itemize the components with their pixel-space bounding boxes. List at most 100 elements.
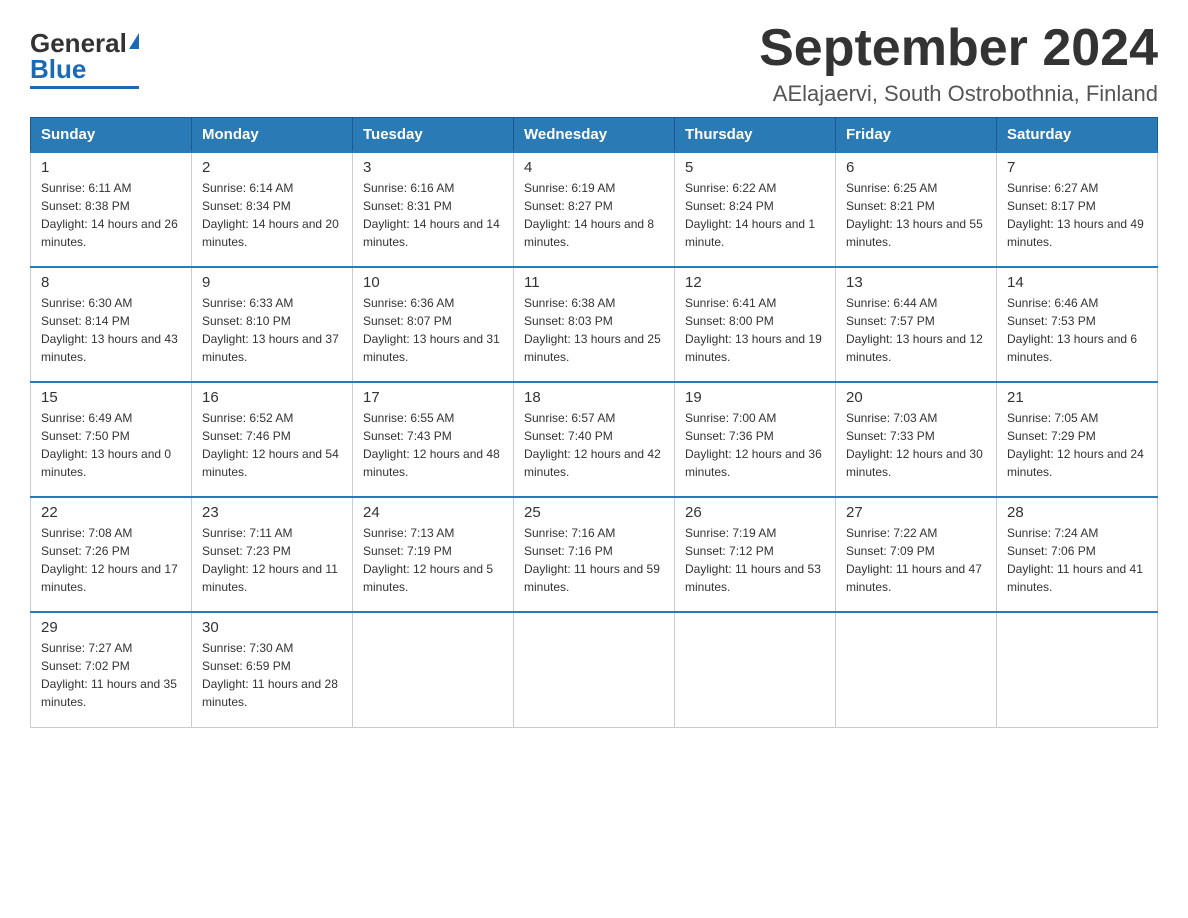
day-info: Sunrise: 6:46 AMSunset: 7:53 PMDaylight:… bbox=[1007, 294, 1147, 366]
calendar-cell: 2 Sunrise: 6:14 AMSunset: 8:34 PMDayligh… bbox=[192, 152, 353, 267]
calendar-cell bbox=[353, 612, 514, 727]
calendar-cell: 18 Sunrise: 6:57 AMSunset: 7:40 PMDaylig… bbox=[514, 382, 675, 497]
day-info: Sunrise: 6:57 AMSunset: 7:40 PMDaylight:… bbox=[524, 409, 664, 481]
calendar-cell: 20 Sunrise: 7:03 AMSunset: 7:33 PMDaylig… bbox=[836, 382, 997, 497]
day-number: 10 bbox=[363, 274, 503, 291]
day-number: 24 bbox=[363, 504, 503, 521]
day-info: Sunrise: 7:03 AMSunset: 7:33 PMDaylight:… bbox=[846, 409, 986, 481]
calendar-cell: 3 Sunrise: 6:16 AMSunset: 8:31 PMDayligh… bbox=[353, 152, 514, 267]
day-number: 12 bbox=[685, 274, 825, 291]
day-number: 28 bbox=[1007, 504, 1147, 521]
day-info: Sunrise: 7:22 AMSunset: 7:09 PMDaylight:… bbox=[846, 524, 986, 596]
calendar-cell: 5 Sunrise: 6:22 AMSunset: 8:24 PMDayligh… bbox=[675, 152, 836, 267]
calendar-cell: 14 Sunrise: 6:46 AMSunset: 7:53 PMDaylig… bbox=[997, 267, 1158, 382]
day-info: Sunrise: 6:38 AMSunset: 8:03 PMDaylight:… bbox=[524, 294, 664, 366]
day-info: Sunrise: 6:36 AMSunset: 8:07 PMDaylight:… bbox=[363, 294, 503, 366]
day-number: 8 bbox=[41, 274, 181, 291]
day-number: 30 bbox=[202, 619, 342, 636]
day-number: 3 bbox=[363, 159, 503, 176]
day-info: Sunrise: 7:16 AMSunset: 7:16 PMDaylight:… bbox=[524, 524, 664, 596]
day-info: Sunrise: 7:19 AMSunset: 7:12 PMDaylight:… bbox=[685, 524, 825, 596]
logo-underline bbox=[30, 86, 139, 89]
day-info: Sunrise: 6:41 AMSunset: 8:00 PMDaylight:… bbox=[685, 294, 825, 366]
day-info: Sunrise: 7:24 AMSunset: 7:06 PMDaylight:… bbox=[1007, 524, 1147, 596]
week-row-5: 29 Sunrise: 7:27 AMSunset: 7:02 PMDaylig… bbox=[31, 612, 1158, 727]
day-number: 14 bbox=[1007, 274, 1147, 291]
calendar-cell bbox=[675, 612, 836, 727]
day-info: Sunrise: 7:30 AMSunset: 6:59 PMDaylight:… bbox=[202, 639, 342, 711]
calendar-cell bbox=[997, 612, 1158, 727]
weekday-header-sunday: Sunday bbox=[31, 118, 192, 153]
day-info: Sunrise: 6:27 AMSunset: 8:17 PMDaylight:… bbox=[1007, 179, 1147, 251]
day-number: 4 bbox=[524, 159, 664, 176]
calendar-cell: 7 Sunrise: 6:27 AMSunset: 8:17 PMDayligh… bbox=[997, 152, 1158, 267]
logo-blue-text: Blue bbox=[30, 56, 86, 82]
day-info: Sunrise: 6:14 AMSunset: 8:34 PMDaylight:… bbox=[202, 179, 342, 251]
weekday-header-row: SundayMondayTuesdayWednesdayThursdayFrid… bbox=[31, 118, 1158, 153]
day-number: 1 bbox=[41, 159, 181, 176]
day-info: Sunrise: 6:25 AMSunset: 8:21 PMDaylight:… bbox=[846, 179, 986, 251]
weekday-header-monday: Monday bbox=[192, 118, 353, 153]
calendar-cell: 8 Sunrise: 6:30 AMSunset: 8:14 PMDayligh… bbox=[31, 267, 192, 382]
calendar-cell bbox=[836, 612, 997, 727]
calendar-cell: 22 Sunrise: 7:08 AMSunset: 7:26 PMDaylig… bbox=[31, 497, 192, 612]
day-info: Sunrise: 6:19 AMSunset: 8:27 PMDaylight:… bbox=[524, 179, 664, 251]
weekday-header-thursday: Thursday bbox=[675, 118, 836, 153]
day-info: Sunrise: 7:08 AMSunset: 7:26 PMDaylight:… bbox=[41, 524, 181, 596]
day-number: 22 bbox=[41, 504, 181, 521]
day-info: Sunrise: 6:55 AMSunset: 7:43 PMDaylight:… bbox=[363, 409, 503, 481]
calendar-cell: 15 Sunrise: 6:49 AMSunset: 7:50 PMDaylig… bbox=[31, 382, 192, 497]
calendar-cell: 17 Sunrise: 6:55 AMSunset: 7:43 PMDaylig… bbox=[353, 382, 514, 497]
day-info: Sunrise: 7:05 AMSunset: 7:29 PMDaylight:… bbox=[1007, 409, 1147, 481]
calendar-cell: 28 Sunrise: 7:24 AMSunset: 7:06 PMDaylig… bbox=[997, 497, 1158, 612]
calendar-cell: 9 Sunrise: 6:33 AMSunset: 8:10 PMDayligh… bbox=[192, 267, 353, 382]
title-area: September 2024 AElajaervi, South Ostrobo… bbox=[759, 20, 1158, 107]
calendar-cell: 24 Sunrise: 7:13 AMSunset: 7:19 PMDaylig… bbox=[353, 497, 514, 612]
week-row-4: 22 Sunrise: 7:08 AMSunset: 7:26 PMDaylig… bbox=[31, 497, 1158, 612]
day-info: Sunrise: 6:16 AMSunset: 8:31 PMDaylight:… bbox=[363, 179, 503, 251]
day-number: 20 bbox=[846, 389, 986, 406]
day-number: 29 bbox=[41, 619, 181, 636]
calendar-cell: 29 Sunrise: 7:27 AMSunset: 7:02 PMDaylig… bbox=[31, 612, 192, 727]
calendar-cell: 27 Sunrise: 7:22 AMSunset: 7:09 PMDaylig… bbox=[836, 497, 997, 612]
calendar-cell: 1 Sunrise: 6:11 AMSunset: 8:38 PMDayligh… bbox=[31, 152, 192, 267]
week-row-2: 8 Sunrise: 6:30 AMSunset: 8:14 PMDayligh… bbox=[31, 267, 1158, 382]
calendar-cell: 30 Sunrise: 7:30 AMSunset: 6:59 PMDaylig… bbox=[192, 612, 353, 727]
calendar-cell: 4 Sunrise: 6:19 AMSunset: 8:27 PMDayligh… bbox=[514, 152, 675, 267]
day-number: 5 bbox=[685, 159, 825, 176]
day-number: 7 bbox=[1007, 159, 1147, 176]
calendar-cell: 25 Sunrise: 7:16 AMSunset: 7:16 PMDaylig… bbox=[514, 497, 675, 612]
day-number: 21 bbox=[1007, 389, 1147, 406]
day-number: 19 bbox=[685, 389, 825, 406]
calendar-cell: 26 Sunrise: 7:19 AMSunset: 7:12 PMDaylig… bbox=[675, 497, 836, 612]
week-row-3: 15 Sunrise: 6:49 AMSunset: 7:50 PMDaylig… bbox=[31, 382, 1158, 497]
week-row-1: 1 Sunrise: 6:11 AMSunset: 8:38 PMDayligh… bbox=[31, 152, 1158, 267]
day-number: 26 bbox=[685, 504, 825, 521]
day-info: Sunrise: 7:11 AMSunset: 7:23 PMDaylight:… bbox=[202, 524, 342, 596]
calendar-cell: 13 Sunrise: 6:44 AMSunset: 7:57 PMDaylig… bbox=[836, 267, 997, 382]
calendar-cell: 6 Sunrise: 6:25 AMSunset: 8:21 PMDayligh… bbox=[836, 152, 997, 267]
day-info: Sunrise: 6:49 AMSunset: 7:50 PMDaylight:… bbox=[41, 409, 181, 481]
weekday-header-saturday: Saturday bbox=[997, 118, 1158, 153]
day-number: 23 bbox=[202, 504, 342, 521]
page-header: General Blue September 2024 AElajaervi, … bbox=[30, 20, 1158, 107]
day-info: Sunrise: 6:11 AMSunset: 8:38 PMDaylight:… bbox=[41, 179, 181, 251]
calendar-cell: 16 Sunrise: 6:52 AMSunset: 7:46 PMDaylig… bbox=[192, 382, 353, 497]
day-info: Sunrise: 7:27 AMSunset: 7:02 PMDaylight:… bbox=[41, 639, 181, 711]
day-number: 18 bbox=[524, 389, 664, 406]
day-info: Sunrise: 6:44 AMSunset: 7:57 PMDaylight:… bbox=[846, 294, 986, 366]
day-info: Sunrise: 6:30 AMSunset: 8:14 PMDaylight:… bbox=[41, 294, 181, 366]
calendar-table: SundayMondayTuesdayWednesdayThursdayFrid… bbox=[30, 117, 1158, 728]
logo-general-text: General bbox=[30, 30, 127, 56]
calendar-cell bbox=[514, 612, 675, 727]
weekday-header-friday: Friday bbox=[836, 118, 997, 153]
day-number: 6 bbox=[846, 159, 986, 176]
weekday-header-wednesday: Wednesday bbox=[514, 118, 675, 153]
day-info: Sunrise: 6:52 AMSunset: 7:46 PMDaylight:… bbox=[202, 409, 342, 481]
calendar-cell: 10 Sunrise: 6:36 AMSunset: 8:07 PMDaylig… bbox=[353, 267, 514, 382]
calendar-cell: 21 Sunrise: 7:05 AMSunset: 7:29 PMDaylig… bbox=[997, 382, 1158, 497]
day-number: 17 bbox=[363, 389, 503, 406]
day-number: 27 bbox=[846, 504, 986, 521]
day-number: 9 bbox=[202, 274, 342, 291]
calendar-cell: 11 Sunrise: 6:38 AMSunset: 8:03 PMDaylig… bbox=[514, 267, 675, 382]
